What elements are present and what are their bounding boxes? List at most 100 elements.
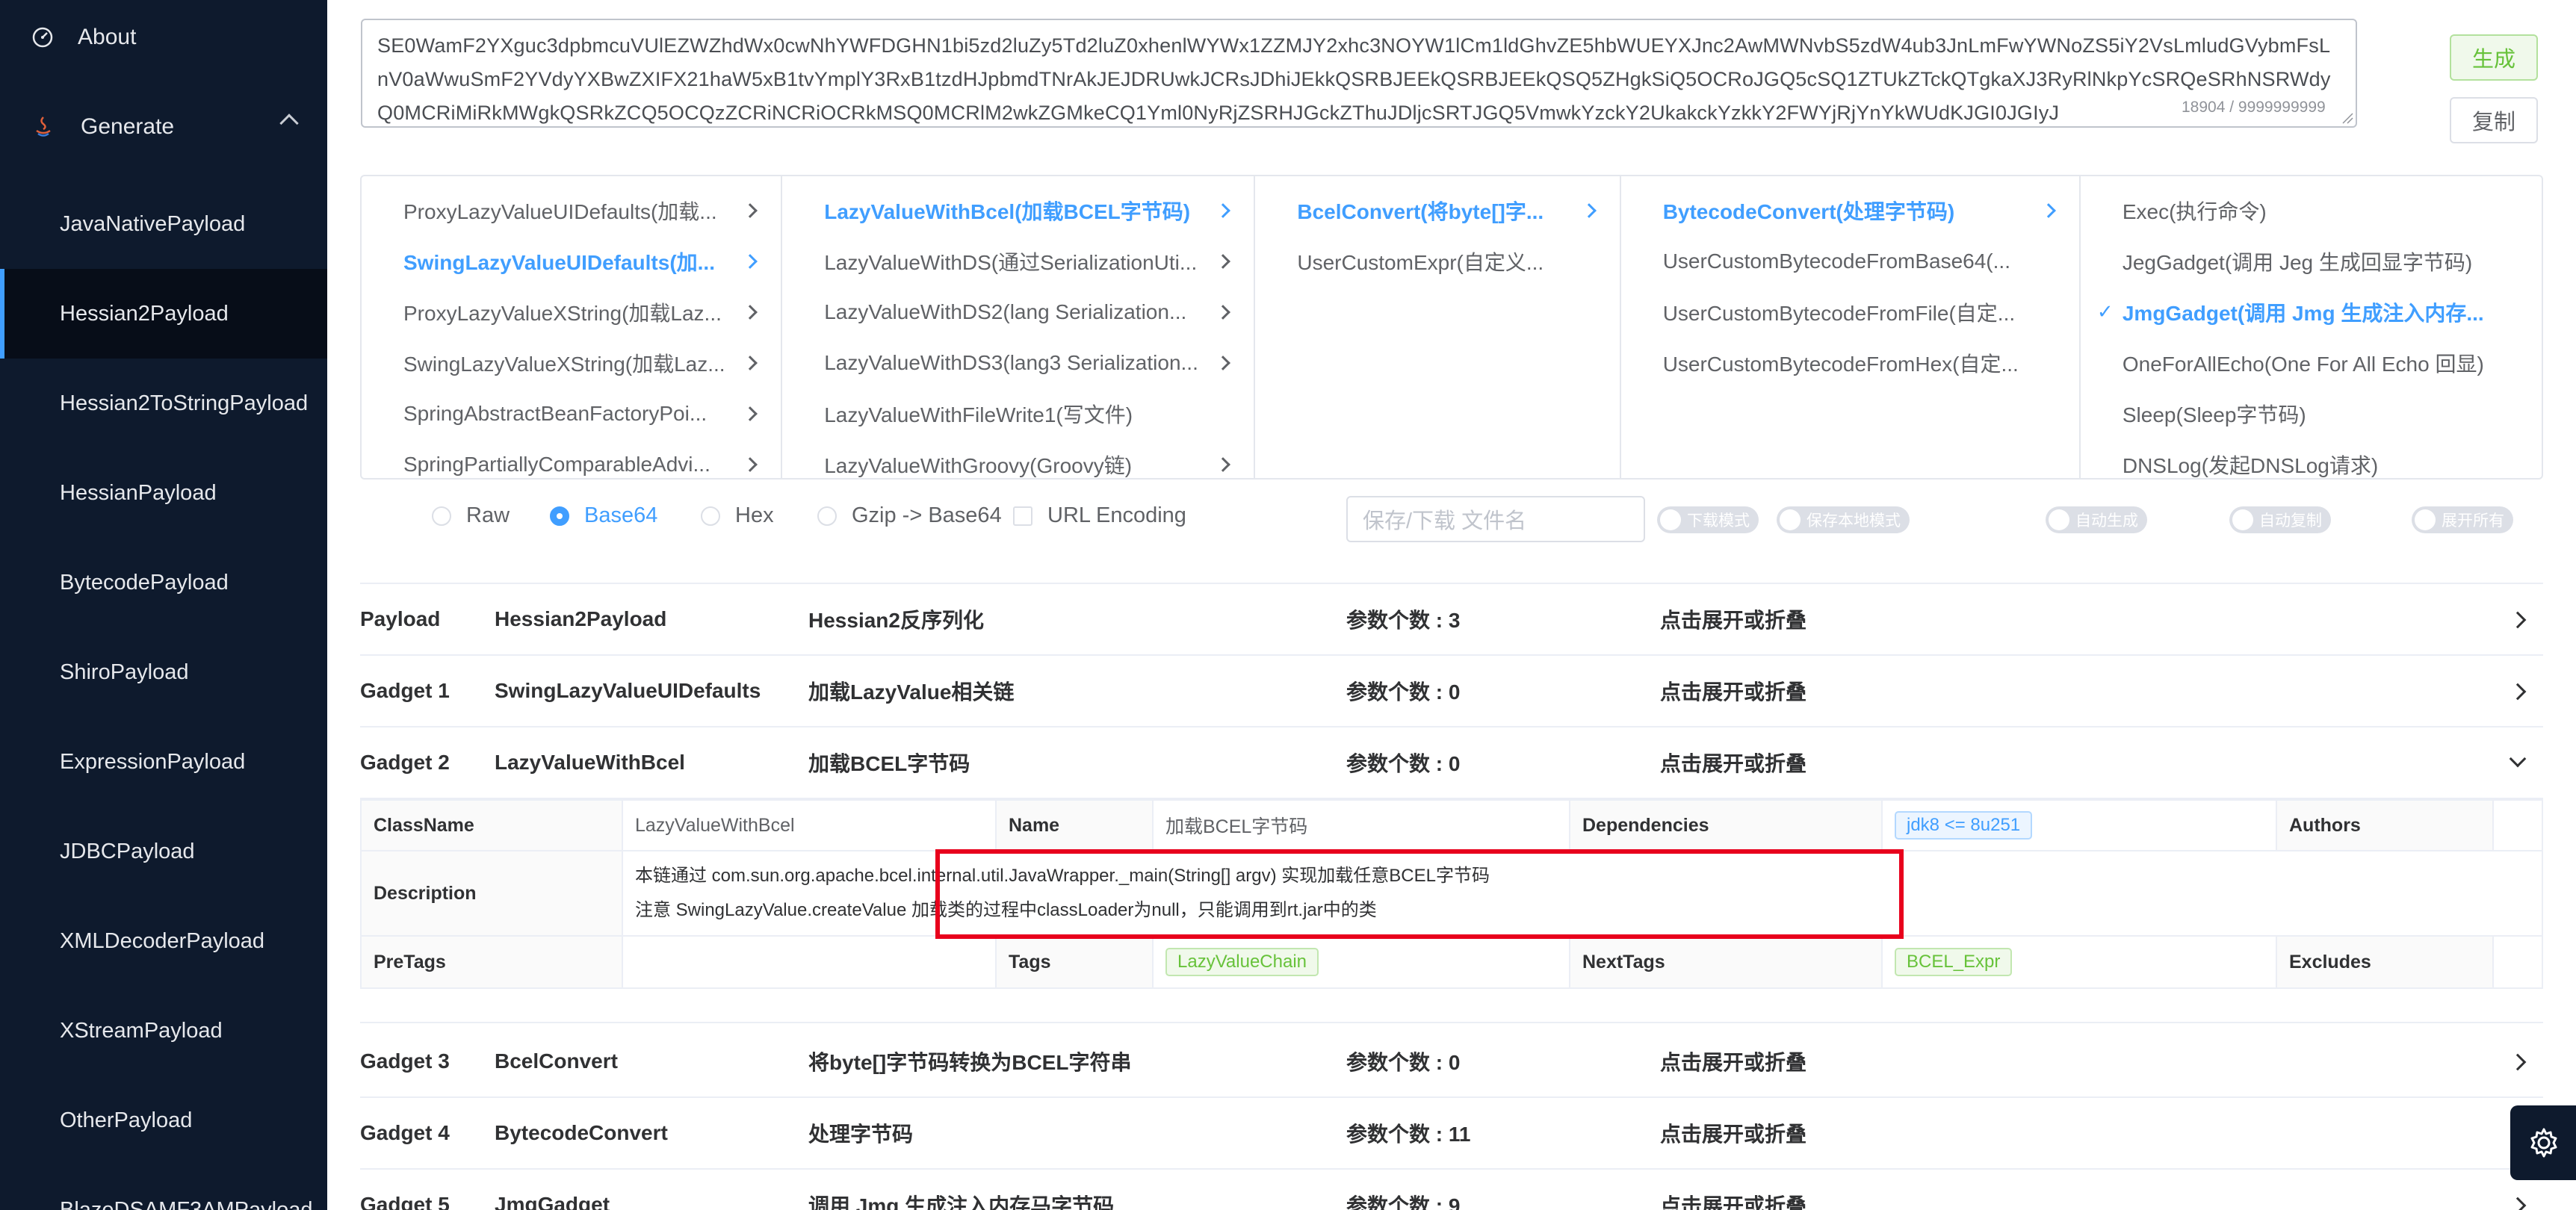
cascader-option[interactable]: ProxyLazyValueUIDefaults(加载... — [362, 185, 781, 236]
collapse-row-payload[interactable]: Payload Hessian2Payload Hessian2反序列化 参数个… — [360, 584, 2543, 656]
download-mode-switch[interactable]: 下载模式 — [1657, 506, 1759, 533]
cascader-option[interactable]: UserCustomBytecodeFromHex(自定... — [1621, 338, 2079, 388]
sidebar-item-hessian2tostringpayload[interactable]: Hessian2ToStringPayload — [0, 359, 327, 448]
option-label: ProxyLazyValueXString(加载Laz... — [403, 302, 722, 325]
cascader-option[interactable]: LazyValueWithDS2(lang Serialization... — [782, 287, 1254, 338]
sidebar-group-generate[interactable]: Generate — [0, 75, 327, 179]
row-name: SwingLazyValueUIDefaults — [495, 679, 761, 702]
dependencies-value: jdk8 <= 8u251 — [1883, 801, 2277, 851]
cascader-option-selected[interactable]: BcelConvert(将byte[]字... — [1255, 185, 1619, 236]
row-name: BytecodeConvert — [495, 1121, 668, 1144]
chevron-right-icon — [2509, 1053, 2527, 1071]
sidebar-item-expressionpayload[interactable]: ExpressionPayload — [0, 717, 327, 807]
sidebar-item-hessian2payload[interactable]: Hessian2Payload — [0, 269, 327, 359]
option-label: SwingLazyValueUIDefaults(加... — [403, 251, 715, 274]
sidebar-item-blazedsamf3ampayload[interactable]: BlazeDSAMF3AMPayload — [0, 1165, 327, 1210]
sidebar-item-label: OtherPayload — [60, 1108, 193, 1132]
cascader-option[interactable]: UserCustomBytecodeFromBase64(... — [1621, 236, 2079, 287]
description-line-1: 本链通过 com.sun.org.apache.bcel.internal.ut… — [635, 866, 1490, 886]
cascader-option[interactable]: LazyValueWithDS(通过SerializationUti... — [782, 236, 1254, 287]
sidebar-item-xmldecoderpayload[interactable]: XMLDecoderPayload — [0, 896, 327, 986]
collapse-row-gadget-2[interactable]: Gadget 2 LazyValueWithBcel 加载BCEL字节码 参数个… — [360, 727, 2543, 799]
cascader-option[interactable]: UserCustomBytecodeFromFile(自定... — [1621, 287, 2079, 338]
cascader-option[interactable]: SpringPartiallyComparableAdvi... — [362, 439, 781, 478]
description-line-2: 注意 SwingLazyValue.createValue 加载类的过程中cla… — [635, 900, 1377, 920]
copy-button[interactable]: 复制 — [2450, 97, 2538, 143]
cascader-option-selected[interactable]: SwingLazyValueUIDefaults(加... — [362, 236, 781, 287]
classname-label: ClassName — [362, 801, 623, 851]
checkbox-url-encoding[interactable]: URL Encoding — [1013, 503, 1186, 528]
cascader-option[interactable]: UserCustomExpr(自定义... — [1255, 236, 1619, 287]
row-key: Gadget 1 — [360, 679, 450, 702]
auto-copy-switch[interactable]: 自动复制 — [2229, 506, 2331, 533]
dashboard-icon — [30, 25, 55, 50]
radio-hex[interactable]: Hex — [701, 503, 774, 528]
row-name: JmgGadget — [495, 1193, 610, 1210]
tags-label: Tags — [997, 937, 1154, 987]
cascader-option[interactable]: DNSLog(发起DNSLog请求) — [2081, 439, 2542, 478]
cascader-option[interactable]: LazyValueWithDS3(lang3 Serialization... — [782, 338, 1254, 388]
save-local-switch[interactable]: 保存本地模式 — [1777, 506, 1910, 533]
chevron-right-icon — [1216, 203, 1231, 218]
divider — [360, 1022, 2543, 1023]
collapse-row-gadget-3[interactable]: Gadget 3 BcelConvert 将byte[]字节码转换为BCEL字符… — [360, 1026, 2543, 1098]
payload-output-textarea[interactable]: SE0WamF2YXguc3dpbmcuVUlEZWZhdWx0cwNhYWFD… — [361, 19, 2357, 128]
radio-raw[interactable]: Raw — [432, 503, 510, 528]
chevron-down-icon — [2509, 750, 2527, 768]
sidebar-item-javanativepayload[interactable]: JavaNativePayload — [0, 179, 327, 269]
cascader-option[interactable]: Sleep(Sleep字节码) — [2081, 388, 2542, 439]
cascader-option[interactable]: Exec(执行命令) — [2081, 185, 2542, 236]
cascader-option[interactable]: LazyValueWithGroovy(Groovy链) — [782, 439, 1254, 478]
row-key: Gadget 4 — [360, 1121, 450, 1144]
radio-base64[interactable]: Base64 — [550, 503, 657, 528]
resize-handle-icon[interactable] — [2341, 112, 2353, 124]
sidebar-item-label: XStreamPayload — [60, 1018, 223, 1043]
option-label: OneForAllEcho(One For All Echo 回显) — [2122, 353, 2484, 376]
cascader-option[interactable]: ProxyLazyValueXString(加载Laz... — [362, 287, 781, 338]
nexttag-chip: BCEL_Expr — [1895, 948, 2013, 976]
switch-label: 下载模式 — [1687, 512, 1750, 530]
gadget-cascader: ProxyLazyValueUIDefaults(加载... SwingLazy… — [360, 175, 2543, 480]
radio-gzip-base64[interactable]: Gzip -> Base64 — [817, 503, 1002, 528]
row-toggle-hint: 点击展开或折叠 — [1660, 752, 1807, 775]
cascader-column-2: LazyValueWithBcel(加载BCEL字节码) LazyValueWi… — [782, 176, 1256, 478]
authors-value — [2494, 801, 2542, 851]
auto-generate-switch[interactable]: 自动生成 — [2046, 506, 2147, 533]
sidebar-item-label: XMLDecoderPayload — [60, 928, 265, 953]
sidebar-item-jdbcpayload[interactable]: JDBCPayload — [0, 807, 327, 896]
radio-circle — [432, 506, 451, 526]
cascader-option-selected[interactable]: LazyValueWithBcel(加载BCEL字节码) — [782, 185, 1254, 236]
collapse-row-gadget-4[interactable]: Gadget 4 BytecodeConvert 处理字节码 参数个数 : 11… — [360, 1098, 2543, 1170]
chevron-right-icon — [1581, 203, 1597, 218]
settings-button[interactable] — [2510, 1105, 2576, 1180]
cascader-option[interactable]: SwingLazyValueXString(加载Laz... — [362, 338, 781, 388]
generate-button[interactable]: 生成 — [2450, 34, 2538, 81]
sidebar-item-label: Hessian2Payload — [60, 301, 229, 326]
gadget-details-table: ClassName LazyValueWithBcel Name 加载BCEL字… — [360, 799, 2543, 989]
row-key: Gadget 5 — [360, 1193, 450, 1210]
sidebar-item-xstreampayload[interactable]: XStreamPayload — [0, 986, 327, 1076]
filename-input[interactable]: 保存/下载 文件名 — [1346, 496, 1645, 542]
sidebar-item-shiropayload[interactable]: ShiroPayload — [0, 627, 327, 717]
collapse-row-gadget-1[interactable]: Gadget 1 SwingLazyValueUIDefaults 加载Lazy… — [360, 656, 2543, 727]
sidebar-item-bytecodepayload[interactable]: BytecodePayload — [0, 538, 327, 627]
row-toggle-hint: 点击展开或折叠 — [1660, 1123, 1807, 1146]
collapse-row-gadget-5[interactable]: Gadget 5 JmgGadget 调用 Jmg 生成注入内存马字节码 参数个… — [360, 1170, 2543, 1210]
cascader-option[interactable]: JegGadget(调用 Jeg 生成回显字节码) — [2081, 236, 2542, 287]
sidebar-item-otherpayload[interactable]: OtherPayload — [0, 1076, 327, 1165]
cascader-option[interactable]: LazyValueWithFileWrite1(写文件) — [782, 388, 1254, 439]
cascader-option[interactable]: SpringAbstractBeanFactoryPoi... — [362, 388, 781, 439]
expand-all-switch[interactable]: 展开所有 — [2412, 506, 2513, 533]
dependency-tag: jdk8 <= 8u251 — [1895, 811, 2033, 840]
row-params: 参数个数 : 0 — [1346, 1051, 1461, 1074]
cascader-option-selected[interactable]: BytecodeConvert(处理字节码) — [1621, 185, 2079, 236]
sidebar-item-hessianpayload[interactable]: HessianPayload — [0, 448, 327, 538]
sidebar-item-label: ShiroPayload — [60, 660, 189, 684]
sidebar-item-about[interactable]: About — [0, 0, 327, 75]
option-label: SpringAbstractBeanFactoryPoi... — [403, 402, 708, 425]
cascader-option-selected[interactable]: ✓ JmgGadget(调用 Jmg 生成注入内存... — [2081, 287, 2542, 338]
chevron-right-icon — [743, 457, 758, 472]
cascader-option[interactable]: OneForAllEcho(One For All Echo 回显) — [2081, 338, 2542, 388]
row-name: Hessian2Payload — [495, 607, 667, 630]
java-icon — [30, 114, 57, 140]
